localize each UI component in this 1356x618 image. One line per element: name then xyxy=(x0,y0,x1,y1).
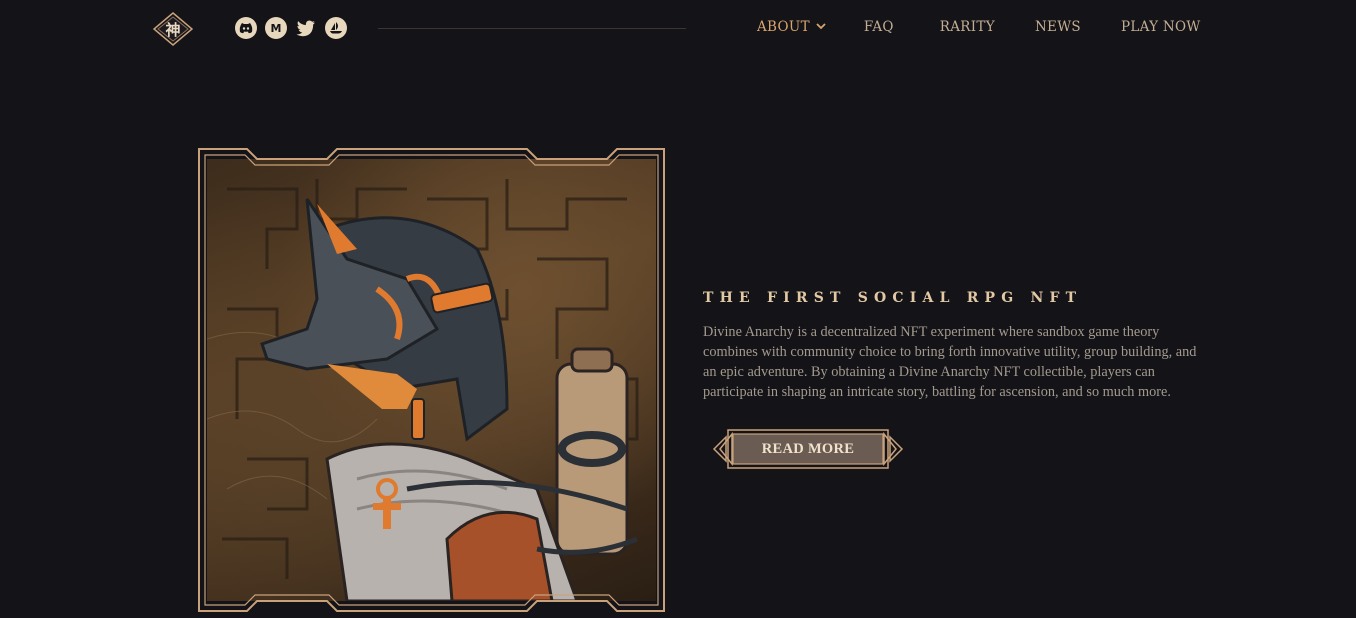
site-header: 神 M ABOUT FAQ RARITY NEWS PLAY NOW xyxy=(0,0,1356,60)
medium-icon[interactable]: M xyxy=(265,17,287,39)
hero-content: THE FIRST SOCIAL RPG NFT Divine Anarchy … xyxy=(703,290,1213,416)
nav-play-now[interactable]: PLAY NOW xyxy=(1121,19,1201,35)
artwork-frame xyxy=(198,148,665,612)
nav-faq[interactable]: FAQ xyxy=(864,19,894,35)
logo[interactable]: 神 xyxy=(153,12,193,46)
nav-rarity[interactable]: RARITY xyxy=(940,19,995,35)
read-more-label: READ MORE xyxy=(761,440,855,457)
twitter-icon[interactable] xyxy=(295,17,317,39)
discord-icon[interactable] xyxy=(235,17,257,39)
chevron-down-icon xyxy=(816,22,826,33)
social-links: M xyxy=(235,17,347,39)
hero-headline: THE FIRST SOCIAL RPG NFT xyxy=(703,290,1083,306)
hero-artwork xyxy=(197,147,666,613)
medium-glyph: M xyxy=(270,21,282,35)
nav-about[interactable]: ABOUT xyxy=(757,19,826,35)
nav-news[interactable]: NEWS xyxy=(1035,19,1081,35)
header-divider xyxy=(378,28,686,29)
hero-description: Divine Anarchy is a decentralized NFT ex… xyxy=(703,324,1197,400)
opensea-icon[interactable] xyxy=(325,17,347,39)
nav-about-label: ABOUT xyxy=(757,19,810,35)
main-nav: ABOUT FAQ RARITY NEWS PLAY NOW xyxy=(757,19,1201,35)
read-more-button[interactable]: READ MORE xyxy=(712,426,904,472)
logo-glyph: 神 xyxy=(165,20,181,39)
